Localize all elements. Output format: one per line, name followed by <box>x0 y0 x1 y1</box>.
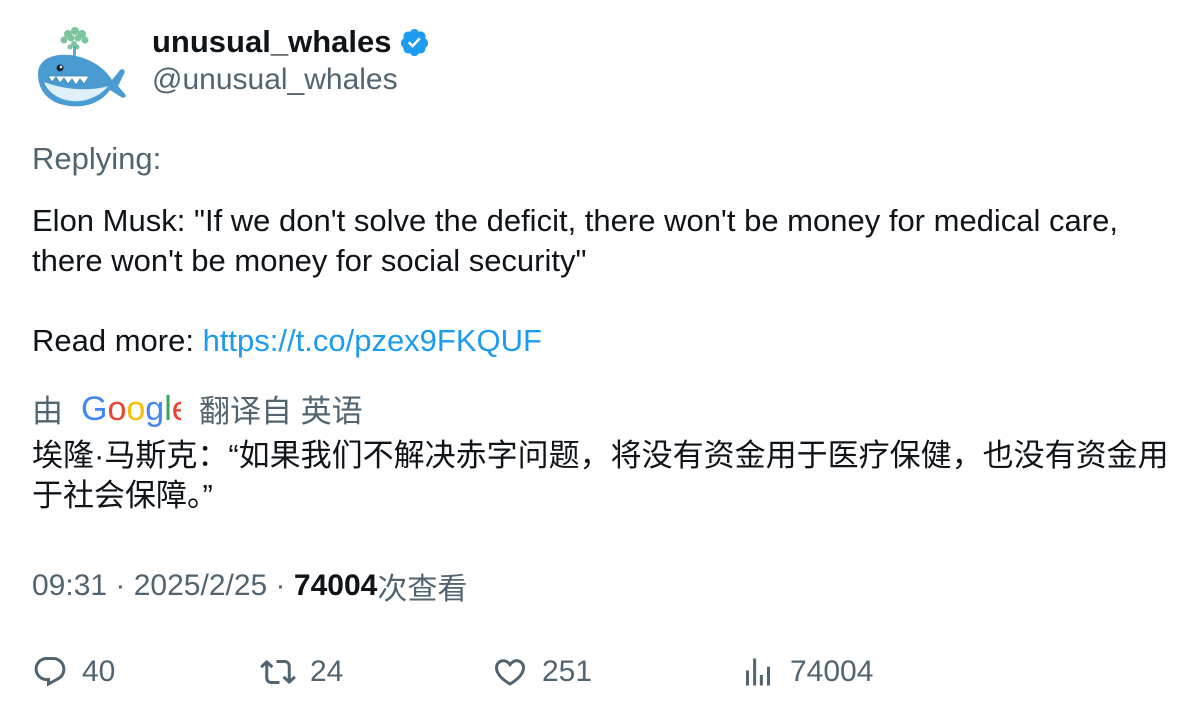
tweet-time[interactable]: 09:31 <box>32 569 107 603</box>
retweet-icon <box>260 659 296 685</box>
translated-text: 埃隆·马斯克：“如果我们不解决赤字问题，将没有资金用于医疗保健，也没有资金用于社… <box>32 438 1169 513</box>
views-action-count: 74004 <box>790 655 874 688</box>
read-more-label: Read more: <box>32 323 203 358</box>
action-bar: 40 24 251 74004 <box>32 648 1172 696</box>
reply-count: 40 <box>82 655 116 688</box>
tweet-date[interactable]: 2025/2/25 <box>134 569 267 603</box>
retweet-button[interactable]: 24 <box>260 648 343 696</box>
meta-separator-1: · <box>107 569 134 602</box>
translated-from-label[interactable]: 翻译自 英语 <box>199 386 363 431</box>
views-chart-icon <box>746 658 770 686</box>
reply-button[interactable]: 40 <box>32 648 115 696</box>
tweet-text: Elon Musk: "If we don't solve the defici… <box>32 201 1172 361</box>
tweet-quote: Elon Musk: "If we don't solve the defici… <box>32 203 1118 278</box>
author-handle[interactable]: @unusual_whales <box>152 63 398 97</box>
views-button[interactable]: 74004 <box>740 648 873 696</box>
svg-text:Google: Google <box>81 390 181 428</box>
heart-icon <box>494 659 526 686</box>
like-count: 251 <box>542 655 593 688</box>
translation-attribution: 由 Google 翻译自 英语 <box>32 386 363 430</box>
google-logo-icon: Google <box>81 388 191 428</box>
tweet-meta: 09:31 · 2025/2/25 · 74004 次查看 <box>32 564 467 608</box>
author-name-row[interactable]: unusual_whales <box>152 22 430 62</box>
verified-badge-icon[interactable] <box>399 27 430 58</box>
whale-avatar-icon <box>38 27 126 107</box>
display-name[interactable]: unusual_whales <box>152 24 391 60</box>
meta-separator-2: · <box>267 569 294 602</box>
read-more-line: Read more: https://t.co/pzex9FKQUF <box>32 321 1172 361</box>
avatar[interactable] <box>30 24 126 114</box>
views-label: 次查看 <box>377 573 468 606</box>
translated-by-label: 由 <box>32 393 63 429</box>
retweet-count: 24 <box>310 655 344 688</box>
views-count: 74004 <box>293 569 378 602</box>
tweet-link[interactable]: https://t.co/pzex9FKQUF <box>203 323 542 358</box>
replying-label: Replying: <box>32 141 162 176</box>
reply-icon <box>34 657 66 687</box>
like-button[interactable]: 251 <box>492 648 592 696</box>
